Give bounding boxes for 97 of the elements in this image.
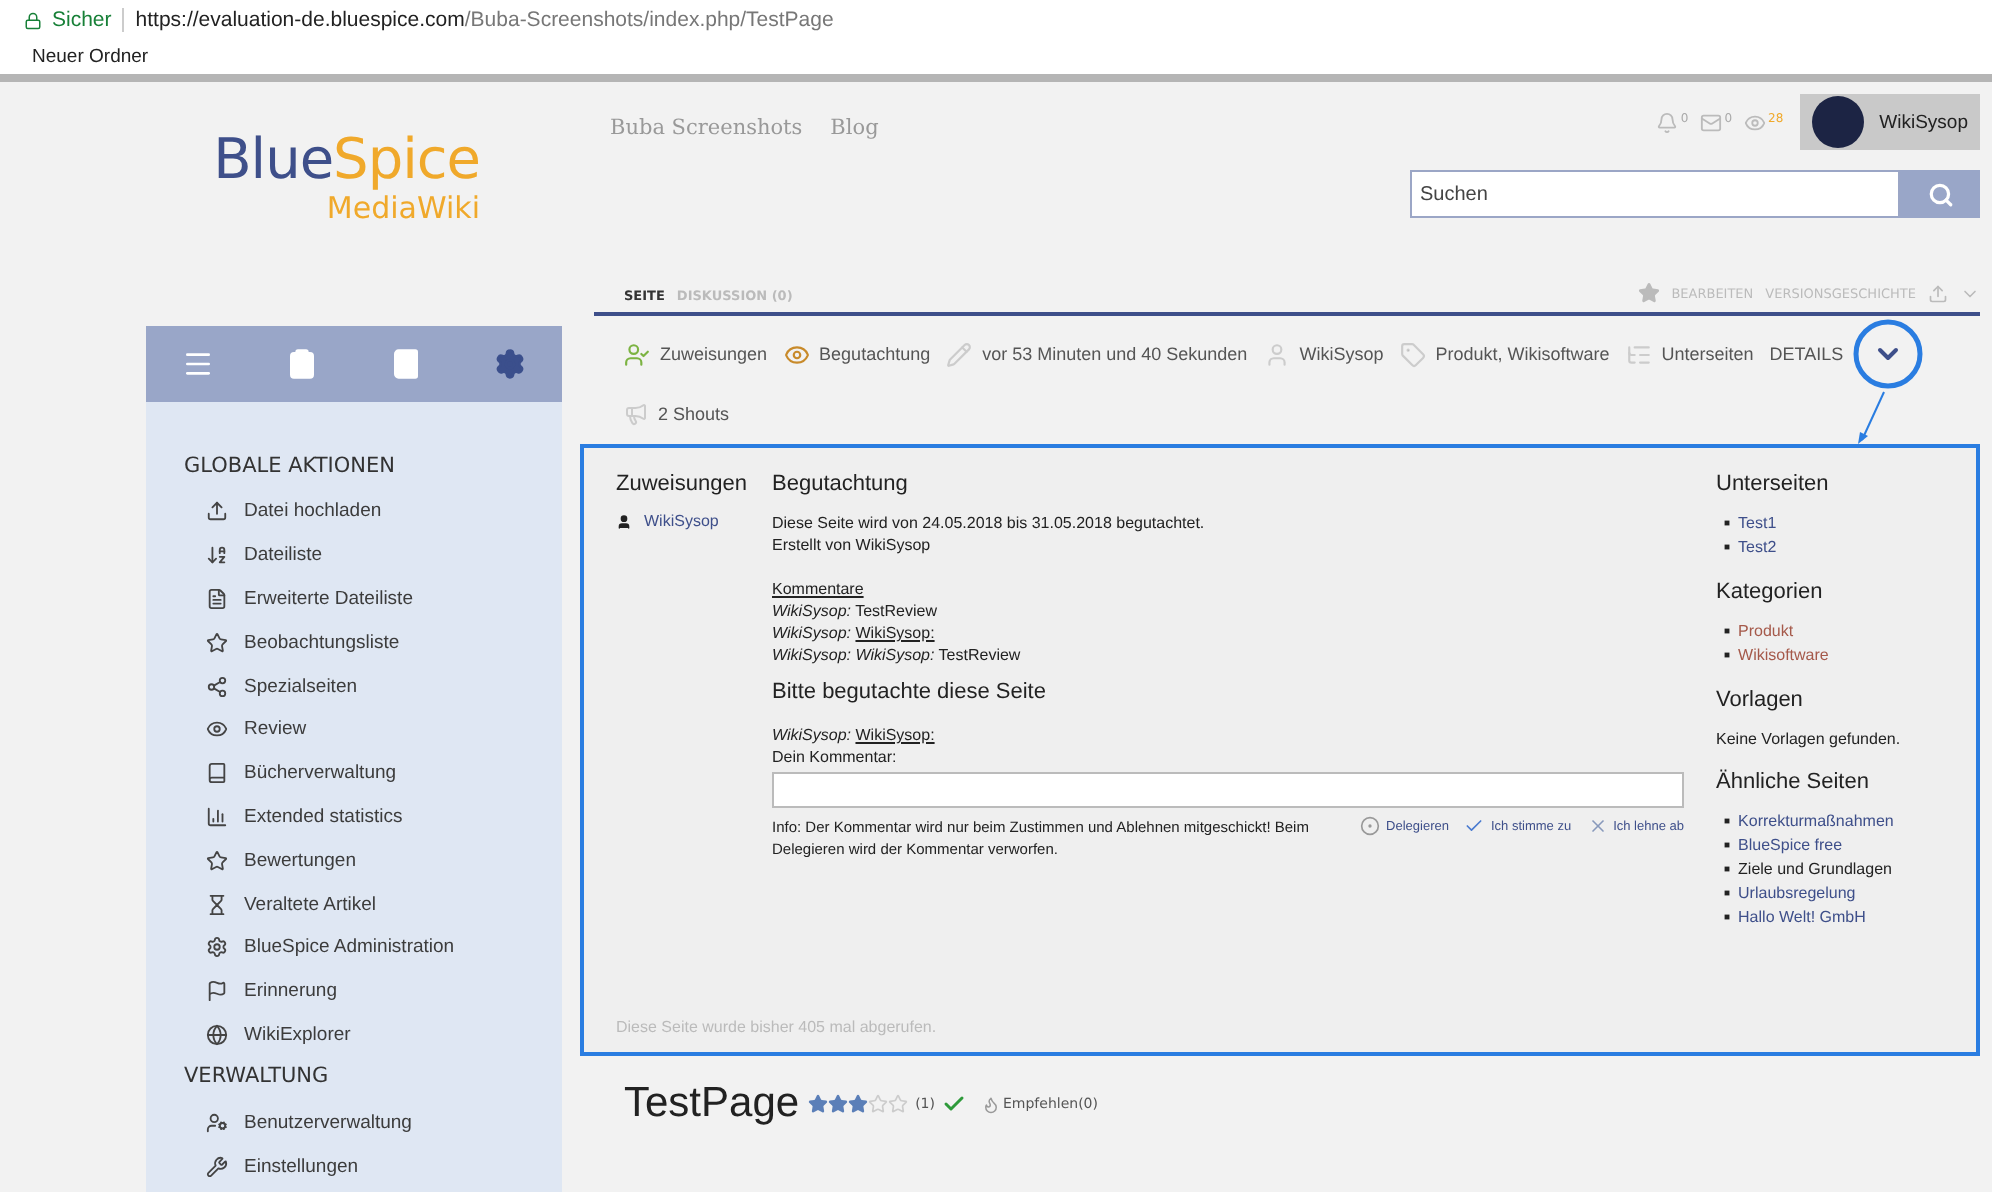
page-title: TestPage [624, 1080, 800, 1128]
comments-heading: Kommentare [772, 578, 866, 600]
section-heading: GLOBALE AKTIONEN [182, 452, 397, 482]
toolbar-item[interactable]: vor 53 Minuten und 40 Sekunden [946, 341, 1248, 367]
sidebar-item[interactable]: Bücherverwaltung [146, 751, 562, 796]
column-heading: Unterseiten [1716, 472, 1831, 496]
comment-input[interactable] [772, 772, 1684, 808]
column-heading: Begutachtung [772, 472, 910, 496]
user-icon [616, 513, 632, 529]
eye-icon[interactable] [1744, 111, 1767, 133]
tree-icon [1625, 341, 1652, 367]
sidebar-item[interactable]: Einstellungen [146, 1144, 562, 1188]
user-gear-icon [206, 1111, 228, 1134]
sidebar-item[interactable]: Review [146, 707, 562, 752]
column-heading: Vorlagen [1716, 688, 1805, 712]
page-link[interactable]: Test2 [1738, 536, 1777, 560]
sidebar-item[interactable]: Dateiliste [146, 533, 562, 578]
column-heading: Ähnliche Seiten [1716, 770, 1871, 794]
upload-icon [206, 500, 228, 523]
sidebar-item[interactable]: BlueSpice Administration [146, 925, 562, 970]
comment-line: WikiSysop: TestReview [772, 600, 939, 622]
mail-icon[interactable] [1700, 111, 1723, 133]
sidebar-item[interactable]: WikiExplorer [146, 1013, 562, 1057]
empty-note: Keine Vorlagen gefunden. [1716, 728, 1903, 750]
eye-icon [206, 718, 228, 741]
toolbar-item[interactable]: Zuweisungen [624, 341, 768, 367]
star-icon[interactable] [1637, 282, 1660, 304]
annotation-circle [1851, 318, 1924, 390]
sidebar-item[interactable]: Erweiterte Dateiliste [146, 577, 562, 621]
review-prompt-heading: Bitte begutachte diese Seite [772, 680, 1048, 704]
page-link[interactable]: Produkt [1738, 620, 1794, 644]
shouts-link[interactable]: 2 Shouts [594, 392, 730, 436]
review-text: Erstellt von WikiSysop [772, 534, 933, 556]
page-link[interactable]: Test1 [1738, 512, 1777, 536]
sidebar-item[interactable]: Bewertungen [146, 838, 562, 883]
search-icon [1927, 181, 1953, 207]
book-icon [206, 762, 228, 785]
logo[interactable]: BlueSpice [213, 130, 480, 190]
page-link[interactable]: Wikisoftware [1738, 644, 1829, 668]
column-heading: Zuweisungen [616, 472, 749, 496]
wrench-icon [206, 1155, 228, 1178]
toolbar-item[interactable]: Unterseiten [1625, 341, 1754, 367]
comment-label: Dein Kommentar: [772, 746, 899, 768]
pencil-icon [946, 341, 973, 367]
settings-icon [206, 936, 228, 959]
star-icon [206, 849, 228, 872]
review-text: Diese Seite wird von 24.05.2018 bis 31.05.2018 begutachtet. [772, 512, 1207, 534]
sidebar-item[interactable]: Spezialseiten [146, 664, 562, 708]
section-heading: VERWALTUNG [182, 1062, 331, 1093]
comment-line: WikiSysop: WikiSysop: [772, 622, 937, 644]
bell-icon[interactable] [1656, 111, 1679, 133]
sidebar-item[interactable]: Benutzerverwaltung [146, 1100, 562, 1145]
eye-icon [783, 341, 810, 367]
toolbar-item[interactable]: Produkt, Wikisoftware [1399, 341, 1610, 367]
star-rating[interactable] [807, 1094, 908, 1114]
sidebar-item[interactable]: Erinnerung [146, 969, 562, 1014]
lock-icon [24, 11, 42, 29]
sidebar-item[interactable]: Extended statistics [146, 795, 562, 839]
sidebar-item[interactable]: Datei hochladen [146, 490, 562, 534]
avatar [1811, 96, 1864, 148]
page-link[interactable]: Urlaubsregelung [1738, 882, 1856, 906]
bar-chart-icon [206, 805, 228, 828]
check-icon [1464, 816, 1485, 836]
upload-icon[interactable] [1928, 283, 1948, 303]
user-icon [1263, 341, 1290, 367]
bookmark-folder[interactable]: Neuer Ordner [32, 46, 149, 68]
page-link[interactable]: BlueSpice free [1738, 834, 1843, 858]
hourglass-icon [206, 893, 228, 916]
details-label[interactable]: DETAILS [1769, 344, 1844, 364]
tag-icon [1399, 341, 1426, 367]
search-button[interactable] [1900, 170, 1980, 218]
flame-icon [982, 1095, 1001, 1113]
sort-icon [206, 544, 228, 567]
toolbar-item[interactable]: Begutachtung [783, 341, 931, 367]
column-heading: Kategorien [1716, 580, 1825, 604]
toolbar-item[interactable]: WikiSysop [1263, 341, 1384, 367]
flag-icon [206, 980, 228, 1003]
nodes-icon [206, 675, 228, 698]
page-link[interactable]: Ziele und Grundlagen [1738, 858, 1892, 882]
sidebar-item[interactable]: Veraltete Artikel [146, 882, 562, 926]
page-link[interactable]: Korrekturmaßnahmen [1738, 810, 1894, 834]
star-icon [206, 631, 228, 654]
logo-subtitle: MediaWiki [326, 190, 480, 226]
comment-line: WikiSysop: WikiSysop: TestReview [772, 644, 1023, 666]
search-field[interactable]: Suchen [1410, 170, 1900, 218]
page-link[interactable]: Hallo Welt! GmbH [1738, 906, 1866, 930]
megaphone-icon [624, 402, 648, 426]
globe-icon [206, 1023, 228, 1046]
sidebar-item[interactable]: Beobachtungsliste [146, 620, 562, 665]
close-icon [1587, 816, 1608, 836]
user-link[interactable]: WikiSysop [616, 512, 772, 530]
secure-label: Sicher [52, 8, 112, 32]
address-bar[interactable]: https://evaluation-de.bluespice.com/Buba-Screenshots/index.php/TestPage [121, 8, 834, 32]
user-menu[interactable]: WikiSysop [1799, 94, 1980, 150]
comment-line: WikiSysop: WikiSysop: [772, 724, 937, 746]
user-check-icon [624, 341, 650, 367]
list-icon [206, 587, 228, 610]
